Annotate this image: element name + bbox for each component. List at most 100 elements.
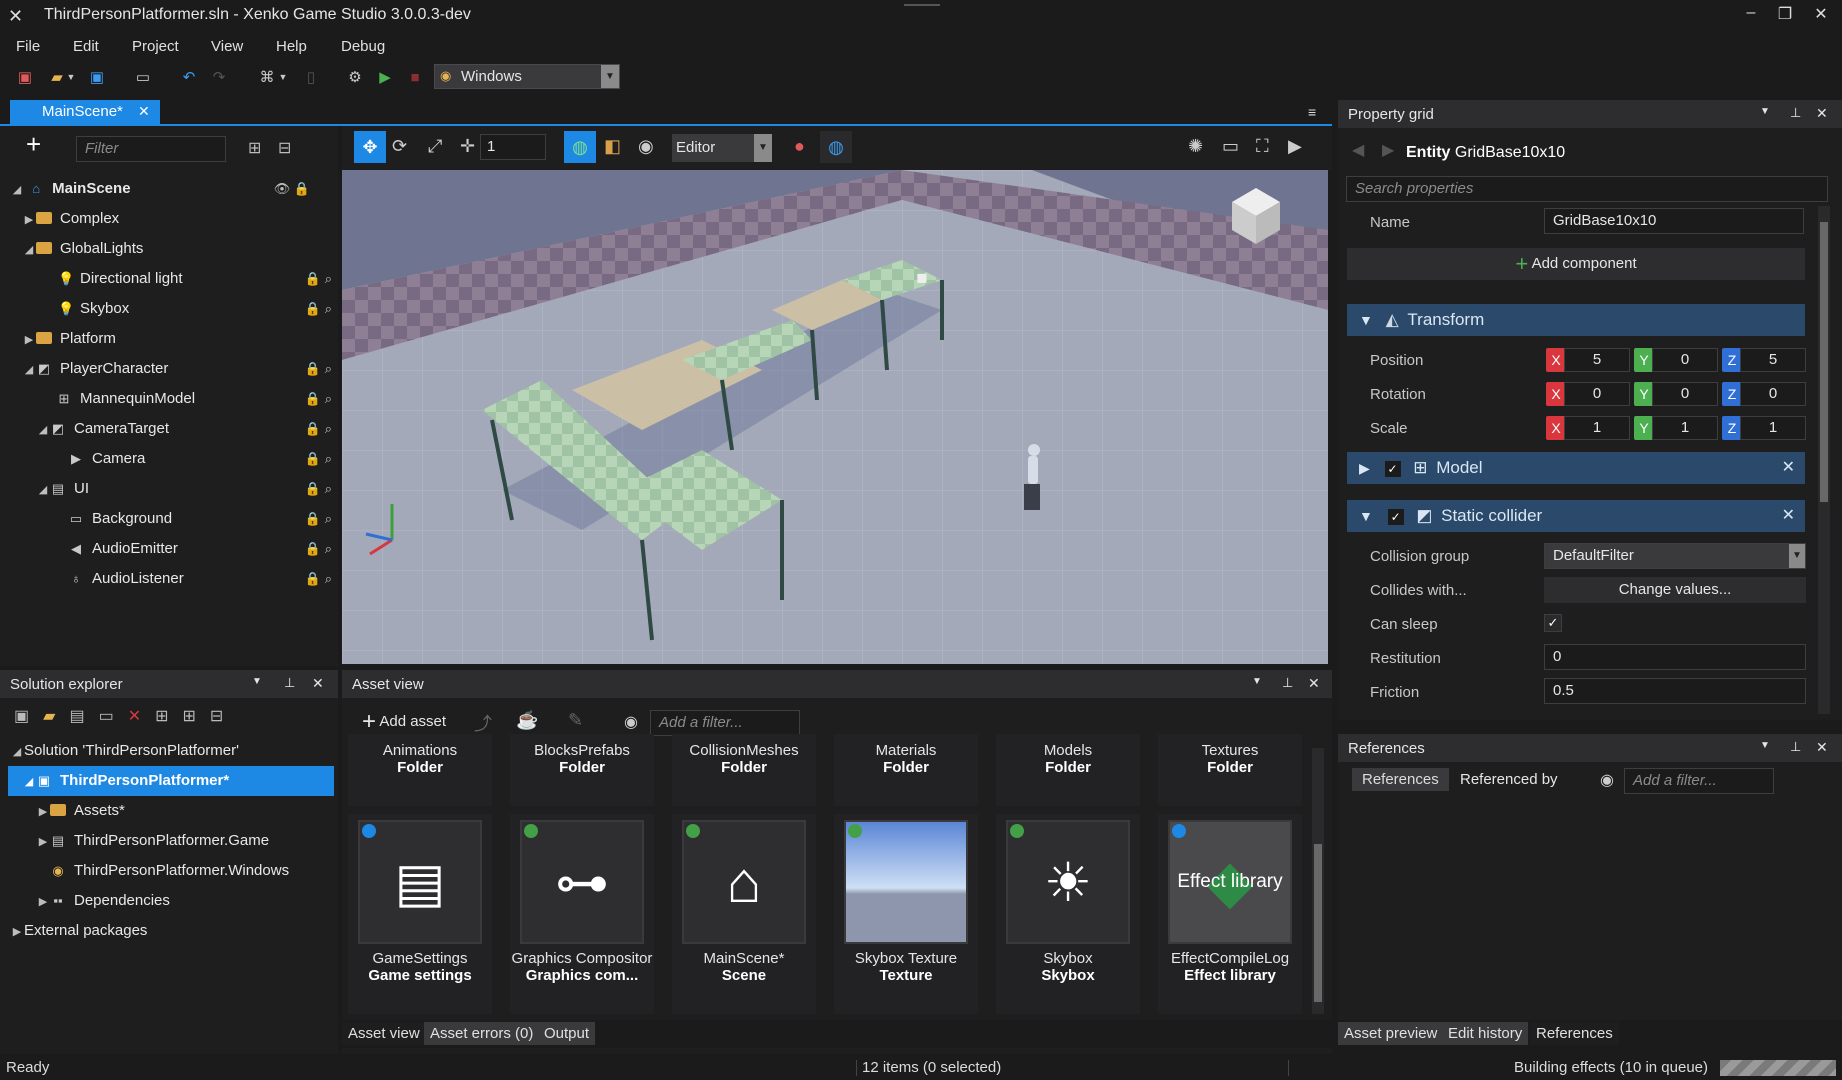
tab-referenced-by[interactable]: Referenced by — [1460, 771, 1558, 788]
window-icon[interactable]: ▭ — [99, 708, 128, 725]
tree-item-windows-project[interactable]: ◉ ThirdPersonPlatformer.Windows — [50, 856, 332, 886]
position-z-input[interactable]: 5 — [1740, 348, 1806, 372]
expanded-arrow-icon[interactable]: ◢ — [22, 355, 36, 385]
menu-debug[interactable]: Debug — [341, 38, 385, 55]
menu-help[interactable]: Help — [276, 38, 307, 55]
close-window-button[interactable]: ✕ — [1806, 4, 1836, 28]
expanded-arrow-icon[interactable]: ▼ — [1359, 508, 1373, 524]
restitution-input[interactable]: 0 — [1544, 644, 1806, 670]
collapsed-arrow-icon[interactable]: ▶ — [10, 917, 24, 947]
tree-item-camera[interactable]: ▶ Camera 🔒 ⌕ — [68, 444, 332, 474]
save-icon[interactable]: ▣ — [86, 66, 108, 88]
references-filter-input[interactable]: Add a filter... — [1624, 768, 1774, 794]
collapsed-arrow-icon[interactable]: ▶ — [36, 797, 50, 827]
tree-item-globallights[interactable]: ◢ GlobalLights — [22, 234, 332, 264]
pin-icon[interactable]: ⊥ — [1282, 675, 1293, 691]
tab-output[interactable]: Output — [538, 1022, 596, 1045]
property-search-input[interactable]: Search properties — [1346, 176, 1828, 202]
close-icon[interactable]: ✕ — [312, 675, 324, 692]
lock-search-icons[interactable]: 🔒 ⌕ — [305, 264, 332, 294]
eye-icon[interactable]: ◉ — [1600, 770, 1614, 790]
menu-project[interactable]: Project — [132, 38, 179, 55]
tab-references-bottom[interactable]: References — [1530, 1022, 1619, 1045]
lock-search-icons[interactable]: 🔒 ⌕ — [305, 534, 332, 564]
maximize-button[interactable]: ❐ — [1770, 4, 1800, 28]
collapsed-arrow-icon[interactable]: ▶ — [22, 325, 36, 355]
tab-references[interactable]: References — [1352, 768, 1449, 791]
enabled-checkbox[interactable]: ✓ — [1384, 460, 1401, 477]
scale-z-input[interactable]: 1 — [1740, 416, 1806, 440]
close-icon[interactable]: ✕ — [1816, 739, 1828, 756]
solution-root[interactable]: ◢ Solution 'ThirdPersonPlatformer' — [10, 736, 330, 766]
play-icon[interactable]: ▶ — [374, 66, 396, 88]
friction-input[interactable]: 0.5 — [1544, 678, 1806, 704]
scale-x-input[interactable]: 1 — [1564, 416, 1630, 440]
expanded-arrow-icon[interactable]: ◢ — [22, 235, 36, 265]
tree-item-cameratarget[interactable]: ◢ ◩ CameraTarget 🔒 ⌕ — [36, 414, 332, 444]
folder-tile[interactable]: Materials Folder — [834, 734, 978, 806]
enabled-checkbox[interactable]: ✓ — [1387, 508, 1404, 525]
expanded-arrow-icon[interactable]: ◢ — [36, 475, 50, 505]
close-icon[interactable]: ✕ — [138, 103, 150, 120]
import-icon[interactable]: ▤ — [69, 708, 98, 725]
pin-icon[interactable]: ⊥ — [1790, 739, 1801, 755]
new-project-icon[interactable]: ▣ — [14, 66, 36, 88]
asset-tile-skybox-texture[interactable]: Skybox Texture Texture — [834, 814, 978, 1014]
rotate-tool-icon[interactable]: ⟳ — [392, 136, 407, 157]
drag-handle[interactable] — [904, 4, 940, 6]
tree-item-directional-light[interactable]: 💡 Directional light 🔒 ⌕ — [58, 264, 332, 294]
undo-icon[interactable]: ↶ — [178, 66, 200, 88]
lock-search-icons[interactable]: 🔒 ⌕ — [305, 444, 332, 474]
folder-tile[interactable]: CollisionMeshes Folder — [672, 734, 816, 806]
name-input[interactable]: GridBase10x10 — [1544, 208, 1804, 234]
lock-search-icons[interactable]: 🔒 ⌕ — [305, 414, 332, 444]
add-package-icon[interactable]: ▰ — [43, 708, 69, 725]
asset-tile-effect-library[interactable]: ◆ Effect library EffectCompileLog Effect… — [1158, 814, 1302, 1014]
folder-tile[interactable]: Textures Folder — [1158, 734, 1302, 806]
remove-icon[interactable]: ✕ — [1782, 500, 1795, 532]
window-icon[interactable]: ▭ — [132, 66, 154, 88]
tree-item-playercharacter[interactable]: ◢ ◩ PlayerCharacter 🔒 ⌕ — [22, 354, 332, 384]
screen-icon[interactable]: ▭ — [1222, 136, 1239, 157]
visibility-lock-icons[interactable]: 👁 🔒 — [274, 174, 310, 204]
rotation-x-input[interactable]: 0 — [1564, 382, 1630, 406]
tree-item-mainscene[interactable]: ◢ ⌂ MainScene 👁 🔒 — [10, 174, 310, 204]
lock-search-icons[interactable]: 🔒 ⌕ — [305, 384, 332, 414]
lock-search-icons[interactable]: 🔒 ⌕ — [305, 474, 332, 504]
collider-section-header[interactable]: ▼ ✓ ◩ Static collider ✕ — [1347, 500, 1805, 532]
collapsed-arrow-icon[interactable]: ▶ — [22, 205, 36, 235]
asset-tile-skybox[interactable]: ☀ Skybox Skybox — [996, 814, 1140, 1014]
chevron-down-icon[interactable]: ▼ — [252, 676, 262, 687]
menu-view[interactable]: View — [211, 38, 243, 55]
tree-item-audioemitter[interactable]: ◀ AudioEmitter 🔒 ⌕ — [68, 534, 332, 564]
rotation-z-input[interactable]: 0 — [1740, 382, 1806, 406]
asset-scrollbar[interactable] — [1312, 748, 1324, 1014]
model-section-header[interactable]: ▶ ✓ ⊞ Model ✕ — [1347, 452, 1805, 484]
pin-icon[interactable]: ⊥ — [1790, 105, 1801, 121]
world-space-icon[interactable]: ◍ — [564, 131, 596, 163]
open-folder-icon[interactable]: ▰ — [46, 66, 68, 88]
expanded-arrow-icon[interactable]: ◢ — [22, 767, 36, 797]
new-item-icon[interactable]: ▣ — [14, 708, 43, 725]
snap-icon[interactable]: ✛ — [460, 136, 475, 157]
eye-icon[interactable]: ◉ — [624, 712, 638, 732]
change-values-button[interactable]: Change values... — [1544, 577, 1806, 603]
tab-mainscene[interactable]: MainScene* ✕ — [10, 100, 160, 124]
close-icon[interactable]: ✕ — [1816, 105, 1828, 122]
tab-list-icon[interactable]: ≡ — [1308, 104, 1322, 120]
tree-item-background[interactable]: ▭ Background 🔒 ⌕ — [68, 504, 332, 534]
scale-y-input[interactable]: 1 — [1652, 416, 1718, 440]
chevron-down-icon[interactable]: ▼ — [1252, 676, 1262, 687]
tree-item-ui[interactable]: ◢ ▤ UI 🔒 ⌕ — [36, 474, 332, 504]
expanded-arrow-icon[interactable]: ◢ — [10, 737, 24, 767]
redo-icon[interactable]: ↷ — [208, 66, 230, 88]
folder-tile[interactable]: Models Folder — [996, 734, 1140, 806]
tree-item-mannequinmodel[interactable]: ⊞ MannequinModel 🔒 ⌕ — [56, 384, 332, 414]
folder-tile[interactable]: BlocksPrefabs Folder — [510, 734, 654, 806]
scroll-thumb[interactable] — [1820, 222, 1828, 502]
dropdown-arrow-icon[interactable]: ▼ — [278, 66, 288, 88]
move-tool-icon[interactable]: ✥ — [354, 131, 386, 163]
position-x-input[interactable]: 5 — [1564, 348, 1630, 372]
tree-item-audiolistener[interactable]: ♁ AudioListener 🔒 ⌕ — [68, 564, 332, 594]
platform-select[interactable]: ◉ Windows ▼ — [434, 64, 620, 89]
